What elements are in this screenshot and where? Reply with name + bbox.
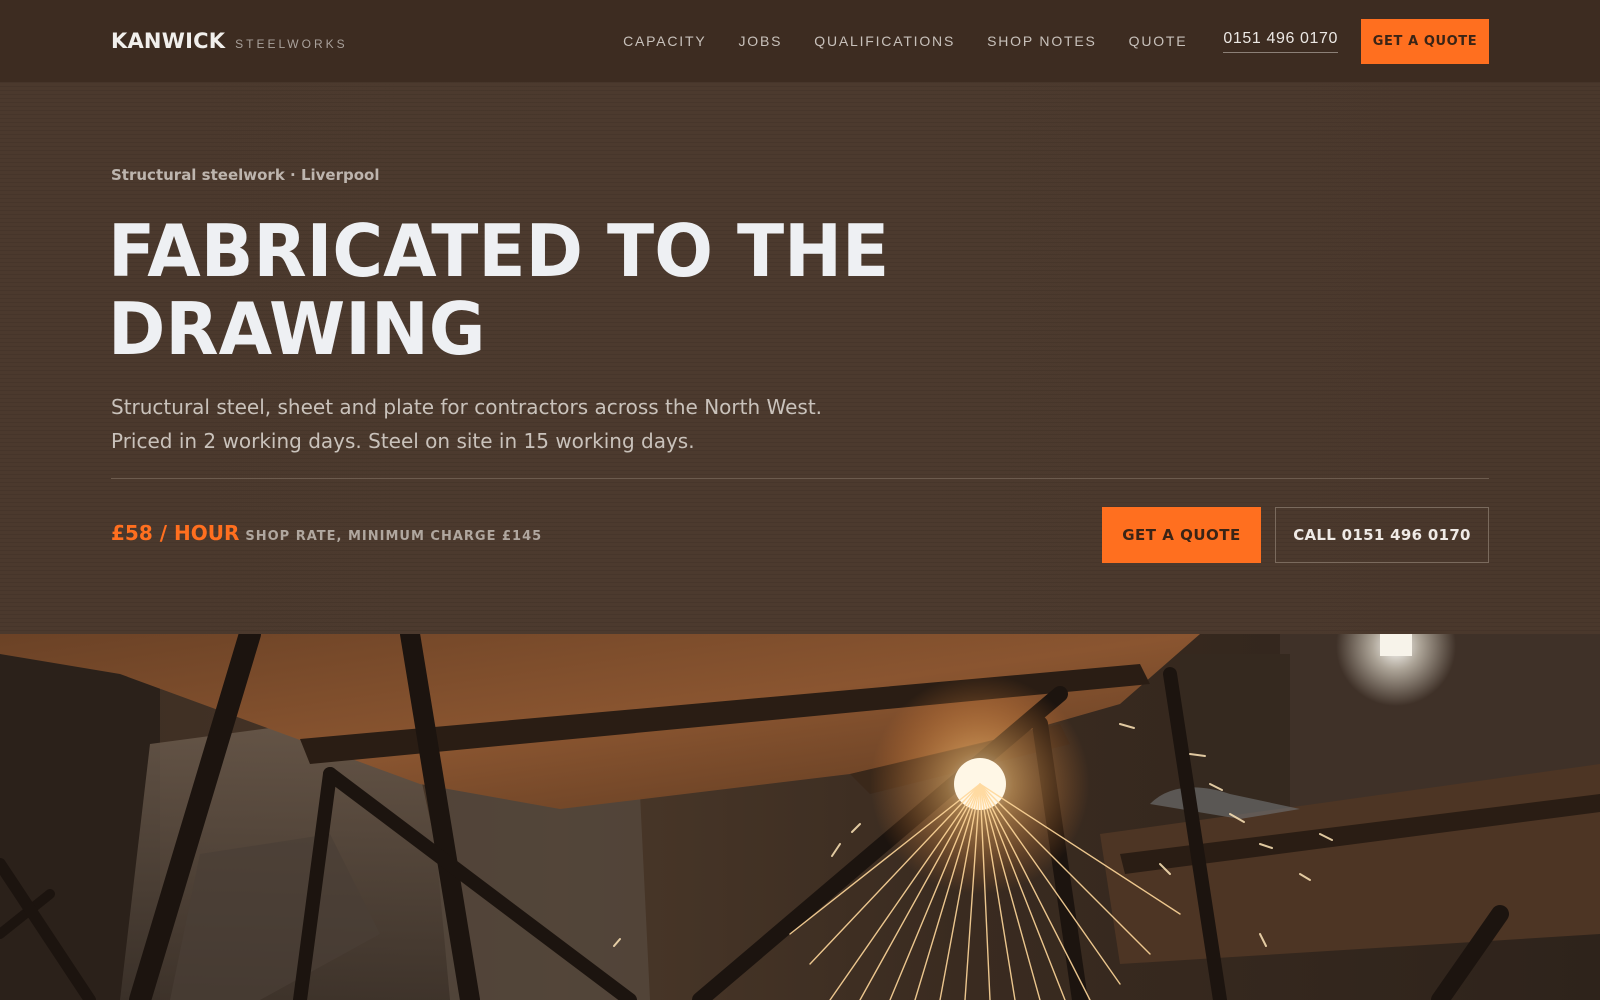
workshop-photo-illustration [0,634,1600,1000]
hero-eyebrow: Structural steelwork · Liverpool [111,166,380,184]
header-quote-button[interactable]: GET A QUOTE [1361,18,1489,64]
hero-call-button[interactable]: CALL 0151 496 0170 [1275,507,1489,563]
welding-sparks-photo [0,634,1600,1000]
rate-price: £58 / HOUR [111,521,240,545]
site-header: KANWICK STEELWORKS CAPACITY JOBS QUALIFI… [0,0,1600,82]
nav-qualifications[interactable]: QUALIFICATIONS [814,33,955,49]
brand-name: KANWICK [111,29,226,53]
nav-jobs[interactable]: JOBS [738,33,782,49]
hero-section: Structural steelwork · Liverpool FABRICA… [0,82,1600,634]
main-nav: CAPACITY JOBS QUALIFICATIONS SHOP NOTES … [623,33,1187,49]
hero-headline: FABRICATED TO THE DRAWING [108,212,972,368]
headline-line-2: DRAWING [108,287,486,371]
hero-quote-button[interactable]: GET A QUOTE [1102,507,1261,563]
hero-lede: Structural steel, sheet and plate for co… [111,395,823,453]
page: KANWICK STEELWORKS CAPACITY JOBS QUALIFI… [0,0,1600,1000]
nav-capacity[interactable]: CAPACITY [623,33,706,49]
headline-line-1: FABRICATED TO THE [108,209,890,293]
shop-rate: £58 / HOUR SHOP RATE, MINIMUM CHARGE £14… [111,521,542,545]
hero-divider [111,478,1489,479]
nav-quote[interactable]: QUOTE [1129,33,1188,49]
brand-subtitle: STEELWORKS [235,37,348,51]
rate-note: SHOP RATE, MINIMUM CHARGE £145 [245,529,543,544]
nav-shop-notes[interactable]: SHOP NOTES [987,33,1097,49]
brand-logo[interactable]: KANWICK STEELWORKS [111,29,348,53]
header-phone-link[interactable]: 0151 496 0170 [1223,30,1338,53]
